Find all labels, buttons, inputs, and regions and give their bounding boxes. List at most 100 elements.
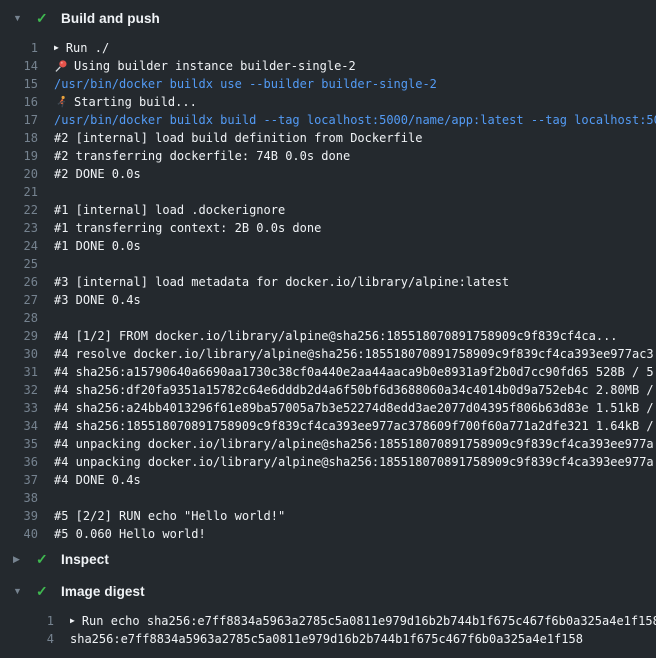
log-text: #4 unpacking docker.io/library/alpine@sh… xyxy=(54,435,654,453)
line-number[interactable]: 20 xyxy=(0,165,38,183)
log-text: #3 DONE 0.4s xyxy=(54,291,141,309)
log-line: 22 #1 [internal] load .dockerignore xyxy=(0,201,656,219)
line-number[interactable]: 18 xyxy=(0,129,38,147)
log-line: 26#3 [internal] load metadata for docker… xyxy=(0,273,656,291)
line-number[interactable]: 25 xyxy=(0,255,38,273)
log-text-value: #4 DONE 0.4s xyxy=(54,471,141,489)
log-text-value: Starting build... xyxy=(74,93,197,111)
log-text: #1 [internal] load .dockerignore xyxy=(54,201,285,219)
chevron-right-icon[interactable]: ▶ xyxy=(13,555,27,564)
log-text-value: Run ./ xyxy=(66,39,109,57)
line-number[interactable]: 40 xyxy=(0,525,38,543)
log-line: 33 #4 sha256:a24bb4013296f61e89ba57005a7b… xyxy=(0,399,656,417)
log-text: #4 sha256:df20fa9351a15782c64e6dddb2d4a6… xyxy=(54,381,654,399)
check-icon: ✓ xyxy=(36,11,52,25)
line-number[interactable]: 34 xyxy=(0,417,38,435)
line-number[interactable]: 27 xyxy=(0,291,38,309)
log-text-value: /usr/bin/docker buildx build --tag local… xyxy=(54,111,656,129)
pin-icon xyxy=(54,59,68,73)
log-text: #5 [2/2] RUN echo "Hello world!" xyxy=(54,507,285,525)
check-icon: ✓ xyxy=(36,584,52,598)
line-number[interactable]: 21 xyxy=(0,183,38,201)
log-text: /usr/bin/docker buildx build --tag local… xyxy=(54,111,656,129)
log-line: 23 #1 transferring context: 2B 0.0s done xyxy=(0,219,656,237)
log-line: 34 #4 sha256:185518070891758909c9f839cf4c… xyxy=(0,417,656,435)
log-text-value: #4 unpacking docker.io/library/alpine@sh… xyxy=(54,453,654,471)
log-line: 36 #4 unpacking docker.io/library/alpine@… xyxy=(0,453,656,471)
log-text-value: #2 transferring dockerfile: 74B 0.0s don… xyxy=(54,147,350,165)
log-text: /usr/bin/docker buildx use --builder bui… xyxy=(54,75,437,93)
line-number[interactable]: 30 xyxy=(0,345,38,363)
log-text: #4 [1/2] FROM docker.io/library/alpine@s… xyxy=(54,327,618,345)
line-number[interactable]: 26 xyxy=(0,273,38,291)
line-number[interactable]: 28 xyxy=(0,309,38,327)
log-line: 35 #4 unpacking docker.io/library/alpine@… xyxy=(0,435,656,453)
log-text-value: #4 resolve docker.io/library/alpine@sha2… xyxy=(54,345,654,363)
line-number[interactable]: 36 xyxy=(0,453,38,471)
section-build-and-push: ▼✓Build and push1▶Run ./14Using builder … xyxy=(0,2,656,543)
log-text-value: #2 [internal] load build definition from… xyxy=(54,129,422,147)
log-text-value: Run echo sha256:e7ff8834a5963a2785c5a081… xyxy=(82,612,656,630)
line-number[interactable]: 15 xyxy=(0,75,38,93)
log-line: 18 #2 [internal] load build definition fr… xyxy=(0,129,656,147)
line-number[interactable]: 19 xyxy=(0,147,38,165)
log-line: 15/usr/bin/docker buildx use --builder b… xyxy=(0,75,656,93)
line-number[interactable]: 16 xyxy=(0,93,38,111)
line-number[interactable]: 4 xyxy=(0,630,54,648)
line-number[interactable]: 1 xyxy=(0,612,54,630)
log-text: #4 unpacking docker.io/library/alpine@sh… xyxy=(54,453,654,471)
log-line: 29 #4 [1/2] FROM docker.io/library/alpine… xyxy=(0,327,656,345)
log-text: ▶ Run ./ xyxy=(54,39,109,57)
line-number[interactable]: 35 xyxy=(0,435,38,453)
expand-run-icon[interactable]: ▶ xyxy=(70,617,75,625)
line-number[interactable]: 39 xyxy=(0,507,38,525)
section-inspect: ▶✓Inspect xyxy=(0,543,656,575)
section-header-build-and-push[interactable]: ▼✓Build and push xyxy=(0,2,656,34)
log-text: #4 sha256:185518070891758909c9f839cf4ca3… xyxy=(54,417,654,435)
log-text: #2 transferring dockerfile: 74B 0.0s don… xyxy=(54,147,350,165)
log-text: #1 transferring context: 2B 0.0s done xyxy=(54,219,321,237)
log-line: 32 #4 sha256:df20fa9351a15782c64e6dddb2d4… xyxy=(0,381,656,399)
chevron-down-icon[interactable]: ▼ xyxy=(13,587,27,596)
log-text-value: #1 DONE 0.0s xyxy=(54,237,141,255)
line-number[interactable]: 24 xyxy=(0,237,38,255)
line-number[interactable]: 32 xyxy=(0,381,38,399)
line-number[interactable]: 1 xyxy=(0,39,38,57)
line-number[interactable]: 37 xyxy=(0,471,38,489)
log-text-value: #2 DONE 0.0s xyxy=(54,165,141,183)
line-number[interactable]: 14 xyxy=(0,57,38,75)
log-text-value: #1 [internal] load .dockerignore xyxy=(54,201,285,219)
line-number[interactable]: 33 xyxy=(0,399,38,417)
line-number[interactable]: 31 xyxy=(0,363,38,381)
expand-run-icon[interactable]: ▶ xyxy=(54,44,59,52)
log-line: 4sha256:e7ff8834a5963a2785c5a0811e979d16… xyxy=(0,630,656,648)
line-number[interactable]: 38 xyxy=(0,489,38,507)
log-text-value: /usr/bin/docker buildx use --builder bui… xyxy=(54,75,437,93)
log-text-value: #3 DONE 0.4s xyxy=(54,291,141,309)
log-text-value: #1 transferring context: 2B 0.0s done xyxy=(54,219,321,237)
log-line: 24 #1 DONE 0.0s xyxy=(0,237,656,255)
section-title-image-digest: Image digest xyxy=(61,584,145,599)
runner-icon xyxy=(54,95,68,109)
chevron-down-icon[interactable]: ▼ xyxy=(13,14,27,23)
log-line: 16 Starting build... xyxy=(0,93,656,111)
line-number[interactable]: 17 xyxy=(0,111,38,129)
log-line: 20 #2 DONE 0.0s xyxy=(0,165,656,183)
log-text-value: #5 [2/2] RUN echo "Hello world!" xyxy=(54,507,285,525)
log-text: #1 DONE 0.0s xyxy=(54,237,141,255)
log-block-image-digest: 1 ▶ Run echo sha256:e7ff8834a5963a2785c5a0… xyxy=(0,607,656,648)
log-block-build-and-push: 1 ▶ Run ./ 14 Using builder instance builder… xyxy=(0,34,656,543)
log-text-value: Using builder instance builder-single-2 xyxy=(74,57,356,75)
log-text: #4 sha256:a24bb4013296f61e89ba57005a7b3e… xyxy=(54,399,654,417)
log-line: 25 xyxy=(0,255,656,273)
line-number[interactable]: 22 xyxy=(0,201,38,219)
section-header-image-digest[interactable]: ▼ ✓ Image digest xyxy=(0,575,656,607)
line-number[interactable]: 23 xyxy=(0,219,38,237)
log-line: 28 xyxy=(0,309,656,327)
section-image-digest: ▼ ✓ Image digest 1 ▶ Run echo sha256:e7ff8834… xyxy=(0,575,656,648)
line-number[interactable]: 29 xyxy=(0,327,38,345)
section-title-inspect: Inspect xyxy=(61,552,109,567)
section-header-inspect[interactable]: ▶✓Inspect xyxy=(0,543,656,575)
log-line: 1 ▶ Run ./ xyxy=(0,39,656,57)
log-text-value: #4 unpacking docker.io/library/alpine@sh… xyxy=(54,435,654,453)
